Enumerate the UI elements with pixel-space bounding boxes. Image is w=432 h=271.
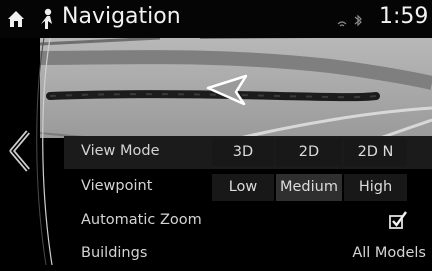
- signal-bluetooth-icon: [337, 14, 362, 27]
- buildings-value: All Models: [352, 245, 426, 261]
- viewpoint-row: Viewpoint Low Medium High: [64, 171, 432, 204]
- viewpoint-label: Viewpoint: [81, 178, 153, 194]
- status-bar: Navigation 1:59: [0, 0, 432, 38]
- view-mode-2d-north-button[interactable]: 2D N: [344, 139, 407, 166]
- view-mode-2d-button[interactable]: 2D: [276, 139, 342, 166]
- automatic-zoom-checkbox[interactable]: [388, 211, 408, 231]
- view-mode-label: View Mode: [81, 143, 160, 159]
- view-mode-row: View Mode 3D 2D 2D N: [64, 136, 432, 169]
- automatic-zoom-row[interactable]: Automatic Zoom: [64, 205, 432, 238]
- viewpoint-medium-button[interactable]: Medium: [276, 174, 342, 201]
- home-icon[interactable]: [7, 10, 25, 28]
- clock: 1:59: [379, 4, 429, 29]
- page-title: Navigation: [62, 4, 181, 29]
- viewpoint-high-button[interactable]: High: [344, 174, 407, 201]
- view-mode-3d-button[interactable]: 3D: [212, 139, 274, 166]
- viewpoint-low-button[interactable]: Low: [212, 174, 274, 201]
- back-button[interactable]: [4, 126, 38, 176]
- buildings-row[interactable]: Buildings All Models: [64, 238, 432, 271]
- buildings-label: Buildings: [81, 245, 148, 261]
- navigation-icon: [41, 8, 52, 29]
- automatic-zoom-label: Automatic Zoom: [81, 212, 202, 228]
